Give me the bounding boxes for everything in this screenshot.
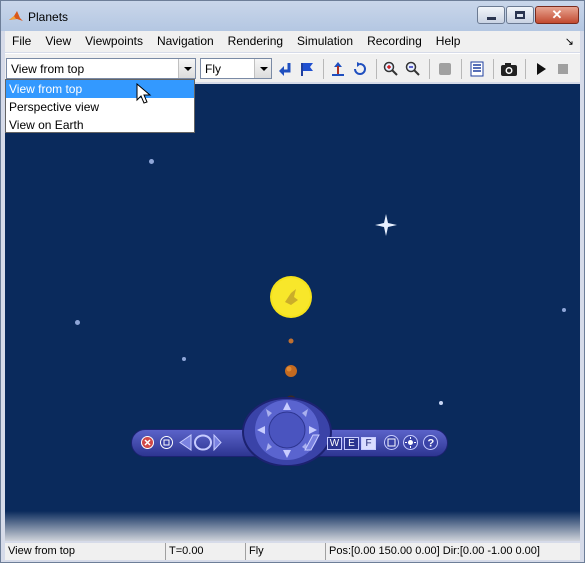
toolbar-separator <box>525 59 526 79</box>
play-icon[interactable] <box>531 59 551 79</box>
3d-viewport[interactable] <box>5 84 580 541</box>
undo-move-icon[interactable] <box>350 59 370 79</box>
status-time: T=0.00 <box>165 543 245 560</box>
navigation-mode-select[interactable]: Fly <box>200 58 272 79</box>
return-arrow-icon[interactable] <box>275 59 295 79</box>
navigation-close-icon[interactable] <box>140 434 154 451</box>
headlight-icon[interactable] <box>402 434 418 451</box>
menu-help[interactable]: Help <box>429 31 468 52</box>
list-icon[interactable] <box>467 59 487 79</box>
status-navigation-mode: Fly <box>245 543 325 560</box>
viewpoint-select[interactable]: View from top <box>6 58 196 79</box>
minimize-button[interactable] <box>477 6 505 24</box>
star <box>182 357 186 361</box>
star <box>562 308 566 312</box>
planet-venus[interactable] <box>284 364 298 381</box>
minimize-icon <box>478 7 504 23</box>
menu-simulation[interactable]: Simulation <box>290 31 360 52</box>
application-window: Planets ✕ File View Viewpoints Navigatio… <box>0 0 585 563</box>
help-icon[interactable]: ? <box>422 434 438 451</box>
camera-icon[interactable] <box>499 59 519 79</box>
toolbar: View from top Fly <box>5 53 580 82</box>
navigation-mode-value: Fly <box>205 62 221 76</box>
dropdown-option-view-on-earth[interactable]: View on Earth <box>6 116 194 134</box>
planet-mercury[interactable] <box>288 333 294 347</box>
chevron-down-icon[interactable] <box>254 59 271 78</box>
menu-view[interactable]: View <box>38 31 78 52</box>
straighten-up-icon[interactable] <box>328 59 348 79</box>
viewport-bottom-gradient <box>5 511 580 541</box>
status-bar: View from top T=0.00 Fly Pos:[0.00 150.0… <box>5 543 580 560</box>
title-bar[interactable]: Planets ✕ <box>1 1 584 31</box>
navigation-wheel[interactable] <box>241 394 333 467</box>
menu-file[interactable]: File <box>5 31 38 52</box>
star <box>149 159 154 164</box>
menu-viewpoints[interactable]: Viewpoints <box>78 31 150 52</box>
window-title: Planets <box>28 10 69 24</box>
rotate-arrows-icon[interactable] <box>178 434 222 451</box>
close-icon: ✕ <box>551 7 563 22</box>
undock-icon[interactable]: ↘ <box>565 35 574 48</box>
menu-navigation[interactable]: Navigation <box>150 31 221 52</box>
svg-text:?: ? <box>427 438 434 450</box>
toolbar-separator <box>429 59 430 79</box>
menu-bar: File View Viewpoints Navigation Renderin… <box>5 31 580 52</box>
navigation-examine-button[interactable]: E <box>344 437 359 450</box>
navigation-fly-button[interactable]: F <box>361 437 376 450</box>
chevron-down-icon[interactable] <box>178 59 195 78</box>
viewpoint-dropdown-list: View from top Perspective view View on E… <box>5 79 195 133</box>
zoom-out-icon[interactable] <box>403 59 423 79</box>
star <box>75 320 80 325</box>
navigation-walk-button[interactable]: W <box>327 437 342 450</box>
toolbar-separator <box>493 59 494 79</box>
menu-recording[interactable]: Recording <box>360 31 429 52</box>
toolbar-separator <box>376 59 377 79</box>
copy-view-icon[interactable] <box>383 434 399 451</box>
dropdown-option-perspective-view[interactable]: Perspective view <box>6 98 194 116</box>
status-viewpoint: View from top <box>8 545 76 557</box>
maximize-icon <box>507 7 533 23</box>
mouse-pointer-icon <box>136 82 152 105</box>
zoom-in-icon[interactable] <box>381 59 401 79</box>
toolbar-separator <box>323 59 324 79</box>
toolbar-separator <box>461 59 462 79</box>
flag-icon[interactable] <box>297 59 317 79</box>
viewpoint-select-value: View from top <box>11 62 85 76</box>
stop-icon[interactable] <box>553 59 573 79</box>
star <box>439 401 443 405</box>
menu-rendering[interactable]: Rendering <box>221 31 290 52</box>
bright-star <box>375 214 397 239</box>
status-position: Pos:[0.00 150.00 0.00] Dir:[0.00 -1.00 0… <box>325 543 580 560</box>
matlab-logo-icon <box>8 9 24 25</box>
dropdown-option-view-from-top[interactable]: View from top <box>6 80 194 98</box>
navigation-minimize-icon[interactable] <box>159 434 173 451</box>
close-button[interactable]: ✕ <box>535 6 579 24</box>
forward-arrow-icon[interactable] <box>303 434 321 451</box>
sun[interactable] <box>269 275 313 322</box>
record-icon[interactable] <box>435 59 455 79</box>
maximize-button[interactable] <box>506 6 534 24</box>
